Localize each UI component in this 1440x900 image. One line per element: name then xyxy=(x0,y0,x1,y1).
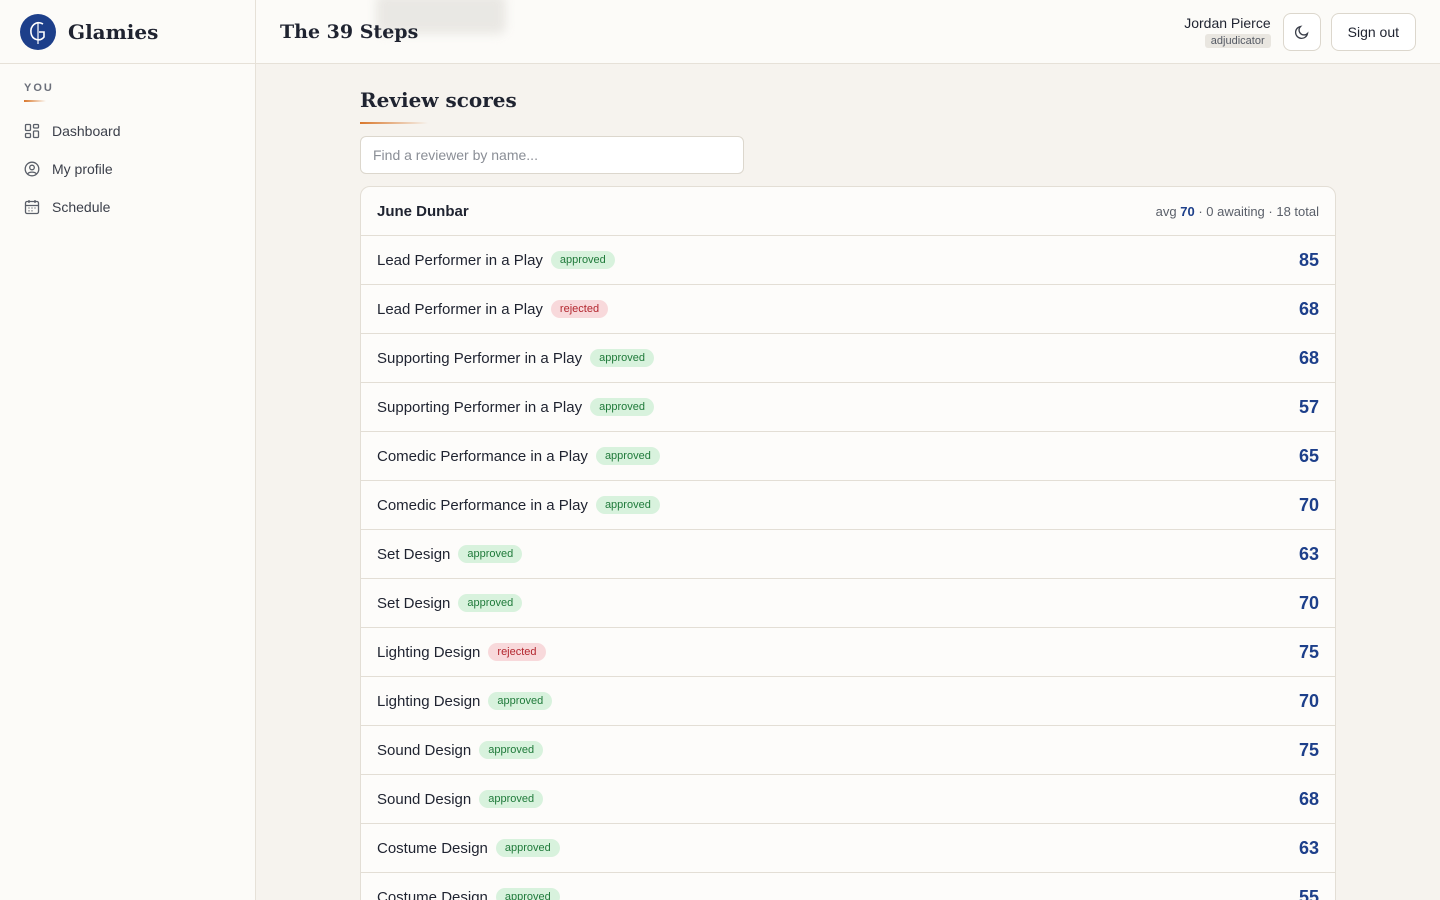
score-value: 68 xyxy=(1298,347,1319,368)
section-underline xyxy=(24,100,46,102)
reviewer-card: June Dunbar avg 70 · 0 awaiting · 18 tot… xyxy=(360,186,1336,900)
sign-out-button[interactable]: Sign out xyxy=(1330,12,1416,51)
sidebar-item-label: My profile xyxy=(52,161,113,177)
reviewer-search-input[interactable] xyxy=(360,136,744,174)
glamies-logo-icon xyxy=(20,13,56,50)
user-info: Jordan Pierce adjudicator xyxy=(1184,14,1271,49)
user-role-badge: adjudicator xyxy=(1204,33,1271,48)
reviewer-stats: avg 70 · 0 awaiting · 18 total xyxy=(1156,204,1319,219)
brand-name: Glamies xyxy=(68,19,159,44)
reviewer-header[interactable]: June Dunbar avg 70 · 0 awaiting · 18 tot… xyxy=(361,187,1335,236)
status-badge: approved xyxy=(458,545,523,563)
category-name: Comedic Performance in a Play xyxy=(377,447,588,465)
score-value: 70 xyxy=(1298,690,1319,711)
score-value: 85 xyxy=(1298,249,1319,270)
category-name: Sound Design xyxy=(377,741,472,759)
sidebar-item-label: Schedule xyxy=(52,199,111,215)
top-bar: The 39 Steps Jordan Pierce adjudicator S… xyxy=(256,0,1440,64)
sidebar-item-schedule[interactable]: Schedule xyxy=(0,188,255,226)
score-value: 57 xyxy=(1298,396,1319,417)
score-value: 68 xyxy=(1298,298,1319,319)
status-badge: approved xyxy=(495,888,560,900)
stats-rest: · 0 awaiting · 18 total xyxy=(1198,203,1319,219)
score-value: 55 xyxy=(1298,886,1319,900)
status-badge: approved xyxy=(479,790,544,808)
status-badge: approved xyxy=(458,594,523,612)
score-value: 70 xyxy=(1298,494,1319,515)
status-badge: approved xyxy=(550,251,615,269)
category-name: Lead Performer in a Play xyxy=(377,251,543,269)
moon-icon xyxy=(1294,24,1309,39)
score-value: 65 xyxy=(1298,445,1319,466)
category-name: Comedic Performance in a Play xyxy=(377,496,588,514)
page-title: The 39 Steps xyxy=(280,20,419,43)
score-row[interactable]: Comedic Performance in a Play approved 70 xyxy=(361,481,1335,530)
score-value: 63 xyxy=(1298,837,1319,858)
score-row[interactable]: Lighting Design approved 70 xyxy=(361,677,1335,726)
category-name: Supporting Performer in a Play xyxy=(377,349,583,367)
status-badge: approved xyxy=(590,398,654,416)
title-underline xyxy=(360,122,428,124)
sidebar: Glamies YOU Dashboard My profile Schedul… xyxy=(0,0,256,900)
category-name: Supporting Performer in a Play xyxy=(377,398,583,416)
status-badge: rejected xyxy=(488,643,546,661)
theme-toggle-button[interactable] xyxy=(1282,12,1321,51)
score-value: 68 xyxy=(1298,788,1319,809)
score-list: Lead Performer in a Play approved 85 Lead P… xyxy=(361,236,1335,900)
status-badge: approved xyxy=(495,839,560,857)
sidebar-nav: Dashboard My profile Schedule xyxy=(0,112,255,226)
section-title: Review scores xyxy=(360,88,517,112)
score-row[interactable]: Sound Design approved 68 xyxy=(361,775,1335,824)
score-row[interactable]: Costume Design approved 55 xyxy=(361,873,1335,900)
category-name: Sound Design xyxy=(377,790,472,808)
score-row[interactable]: Supporting Performer in a Play approved 68 xyxy=(361,334,1335,383)
category-name: Set Design xyxy=(377,545,451,563)
score-row[interactable]: Set Design approved 63 xyxy=(361,530,1335,579)
header-actions: Jordan Pierce adjudicator Sign out xyxy=(1184,12,1416,51)
category-name: Costume Design xyxy=(377,839,488,857)
user-circle-icon xyxy=(24,161,40,177)
avg-value: 70 xyxy=(1180,203,1195,219)
sidebar-item-label: Dashboard xyxy=(52,123,121,139)
dashboard-icon xyxy=(24,123,40,139)
category-name: Lead Performer in a Play xyxy=(377,300,543,318)
status-badge: rejected xyxy=(550,300,609,318)
score-value: 63 xyxy=(1298,543,1319,564)
score-row[interactable]: Lighting Design rejected 75 xyxy=(361,628,1335,677)
score-row[interactable]: Supporting Performer in a Play approved 57 xyxy=(361,383,1335,432)
score-row[interactable]: Comedic Performance in a Play approved 65 xyxy=(361,432,1335,481)
status-badge: approved xyxy=(479,741,544,759)
score-row[interactable]: Costume Design approved 63 xyxy=(361,824,1335,873)
category-name: Costume Design xyxy=(377,888,488,900)
score-value: 75 xyxy=(1298,739,1319,760)
status-badge: approved xyxy=(595,447,660,465)
sidebar-item-dashboard[interactable]: Dashboard xyxy=(0,112,255,150)
brand[interactable]: Glamies xyxy=(0,0,255,64)
sidebar-item-my-profile[interactable]: My profile xyxy=(0,150,255,188)
score-row[interactable]: Lead Performer in a Play rejected 68 xyxy=(361,285,1335,334)
user-name: Jordan Pierce xyxy=(1184,14,1271,31)
calendar-icon xyxy=(24,200,40,215)
category-name: Set Design xyxy=(377,594,451,612)
avg-label: avg xyxy=(1155,203,1177,219)
score-row[interactable]: Set Design approved 70 xyxy=(361,579,1335,628)
section-label: YOU xyxy=(24,82,54,94)
category-name: Lighting Design xyxy=(377,643,481,661)
category-name: Lighting Design xyxy=(377,692,481,710)
status-badge: approved xyxy=(595,496,660,514)
score-row[interactable]: Lead Performer in a Play approved 85 xyxy=(361,236,1335,285)
status-badge: approved xyxy=(590,349,654,367)
score-row[interactable]: Sound Design approved 75 xyxy=(361,726,1335,775)
status-badge: approved xyxy=(488,692,553,710)
main-content: Review scores June Dunbar avg 70 · 0 awa… xyxy=(360,64,1336,900)
reviewer-name: June Dunbar xyxy=(377,202,469,220)
score-value: 70 xyxy=(1298,592,1319,613)
score-value: 75 xyxy=(1298,641,1319,662)
